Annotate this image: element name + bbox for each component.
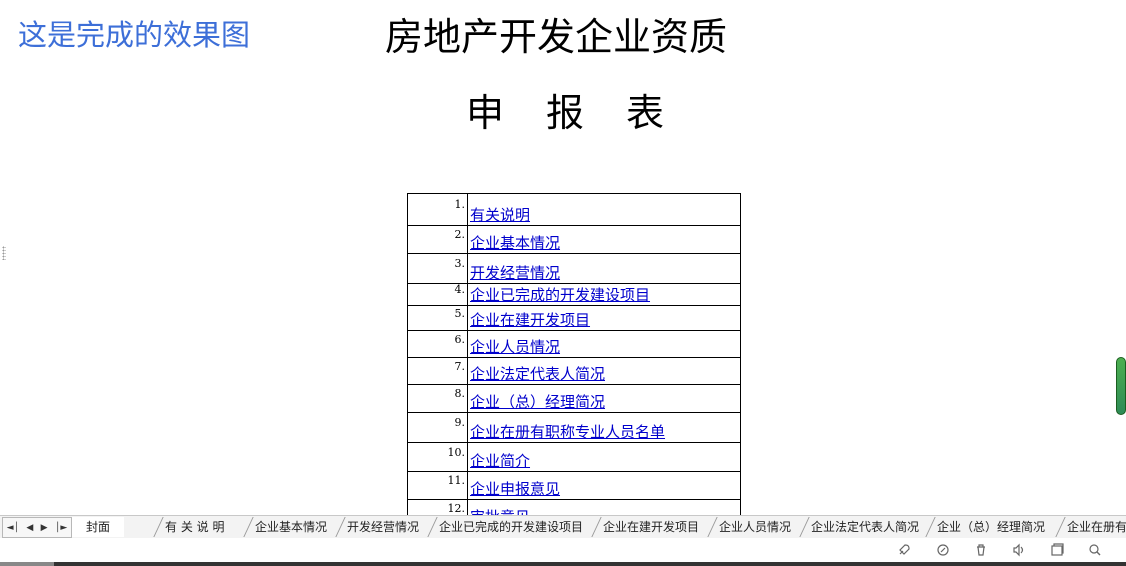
toc-number: 9.: [407, 412, 468, 443]
toc-number: 4.: [407, 283, 468, 306]
toc-number: 2.: [407, 225, 468, 254]
toc-row: 1. 有关说明: [407, 193, 741, 226]
rocket-icon[interactable]: [897, 543, 911, 557]
toc-item: 企业在建开发项目: [467, 305, 741, 331]
prev-sheet-icon[interactable]: ◀: [26, 523, 33, 533]
toc-number: 6.: [407, 330, 468, 358]
sheet-tab[interactable]: 开发经营情况: [335, 517, 430, 537]
toc-link[interactable]: 企业人员情况: [470, 338, 560, 356]
scrollbar-thumb[interactable]: [1116, 357, 1126, 415]
last-sheet-icon[interactable]: │►: [55, 523, 67, 533]
toc-number: 1.: [407, 193, 468, 226]
first-sheet-icon[interactable]: ◄│: [7, 523, 19, 533]
toc-item: 企业人员情况: [467, 330, 741, 358]
toc-link[interactable]: 有关说明: [470, 206, 530, 224]
note-text: 这是完成的效果图: [18, 18, 251, 52]
toc-row: 2. 企业基本情况: [407, 225, 741, 254]
speaker-icon[interactable]: [1012, 543, 1026, 557]
toc-row: 5. 企业在建开发项目: [407, 305, 741, 331]
sheet-nav-buttons: ◄│ ◀ ▶ │►: [2, 517, 72, 538]
trash-icon[interactable]: [974, 543, 988, 557]
toc-row: 7. 企业法定代表人简况: [407, 357, 741, 385]
toc-row: 8. 企业（总）经理简况: [407, 384, 741, 413]
toc-item: 企业基本情况: [467, 225, 741, 254]
toc-table: 1. 有关说明 2. 企业基本情况 3. 开发经营情况 4. 企业已完成的开发建设项目 5. 企业…: [407, 193, 741, 528]
toc-link[interactable]: 企业简介: [470, 452, 530, 470]
sheet-tab[interactable]: 企业（总）经理简况: [925, 517, 1056, 537]
sheet-tab[interactable]: 企业已完成的开发建设项目: [427, 517, 594, 537]
sheet-tab[interactable]: 企业人员情况: [707, 517, 802, 537]
toc-row: 3. 开发经营情况: [407, 253, 741, 284]
sheet-tab-bar: ◄│ ◀ ▶ │► 封面 有 关 说 明企业基本情况 开发经营情况 企业已完成的开发建…: [0, 515, 1126, 538]
toc-item: 开发经营情况: [467, 253, 741, 284]
toc-item: 有关说明: [467, 193, 741, 226]
sheet-tab[interactable]: 封面: [72, 517, 125, 537]
page-title: 房地产开发企业资质: [385, 15, 728, 59]
drag-handle-icon[interactable]: [2, 246, 6, 260]
toc-number: 8.: [407, 384, 468, 413]
status-bar: [0, 538, 1126, 562]
toc-row: 10. 企业简介: [407, 442, 741, 472]
page-subtitle: 申报表: [466, 91, 707, 135]
toc-row: 9. 企业在册有职称专业人员名单: [407, 412, 741, 443]
sheet-tab[interactable]: 企业在建开发项目: [591, 517, 710, 537]
toc-number: 7.: [407, 357, 468, 385]
toc-link[interactable]: 企业已完成的开发建设项目: [470, 286, 650, 304]
toc-link[interactable]: 开发经营情况: [470, 264, 560, 282]
toc-row: 11. 企业申报意见: [407, 471, 741, 500]
toc-item: 企业简介: [467, 442, 741, 472]
next-sheet-icon[interactable]: ▶: [41, 523, 48, 533]
toc-link[interactable]: 企业基本情况: [470, 234, 560, 252]
toc-link[interactable]: 企业在册有职称专业人员名单: [470, 423, 665, 441]
toc-link[interactable]: 企业法定代表人简况: [470, 365, 605, 383]
toc-link[interactable]: 企业（总）经理简况: [470, 393, 605, 411]
sheet-tab[interactable]: 企业法定代表人简况: [799, 517, 930, 537]
search-icon[interactable]: [1088, 543, 1102, 557]
sheet-tab[interactable]: 企业基本情况: [243, 517, 338, 537]
toc-number: 3.: [407, 253, 468, 284]
toc-item: 企业法定代表人简况: [467, 357, 741, 385]
window-icon[interactable]: [1050, 543, 1064, 557]
toc-item: 企业（总）经理简况: [467, 384, 741, 413]
toc-number: 10.: [407, 442, 468, 472]
bottom-strip: [0, 562, 1126, 566]
refresh-icon[interactable]: [936, 543, 950, 557]
toc-row: 6. 企业人员情况: [407, 330, 741, 358]
toc-row: 4. 企业已完成的开发建设项目: [407, 283, 741, 306]
sheet-tab[interactable]: 有 关 说 明: [153, 517, 236, 537]
toc-link[interactable]: 企业申报意见: [470, 480, 560, 498]
toc-item: 企业已完成的开发建设项目: [467, 283, 741, 306]
sheet-tab[interactable]: 企业在册有: [1055, 517, 1126, 537]
toc-link[interactable]: 企业在建开发项目: [470, 311, 590, 329]
toc-item: 企业申报意见: [467, 471, 741, 500]
toc-number: 11.: [407, 471, 468, 500]
toc-item: 企业在册有职称专业人员名单: [467, 412, 741, 443]
toc-number: 5.: [407, 305, 468, 331]
